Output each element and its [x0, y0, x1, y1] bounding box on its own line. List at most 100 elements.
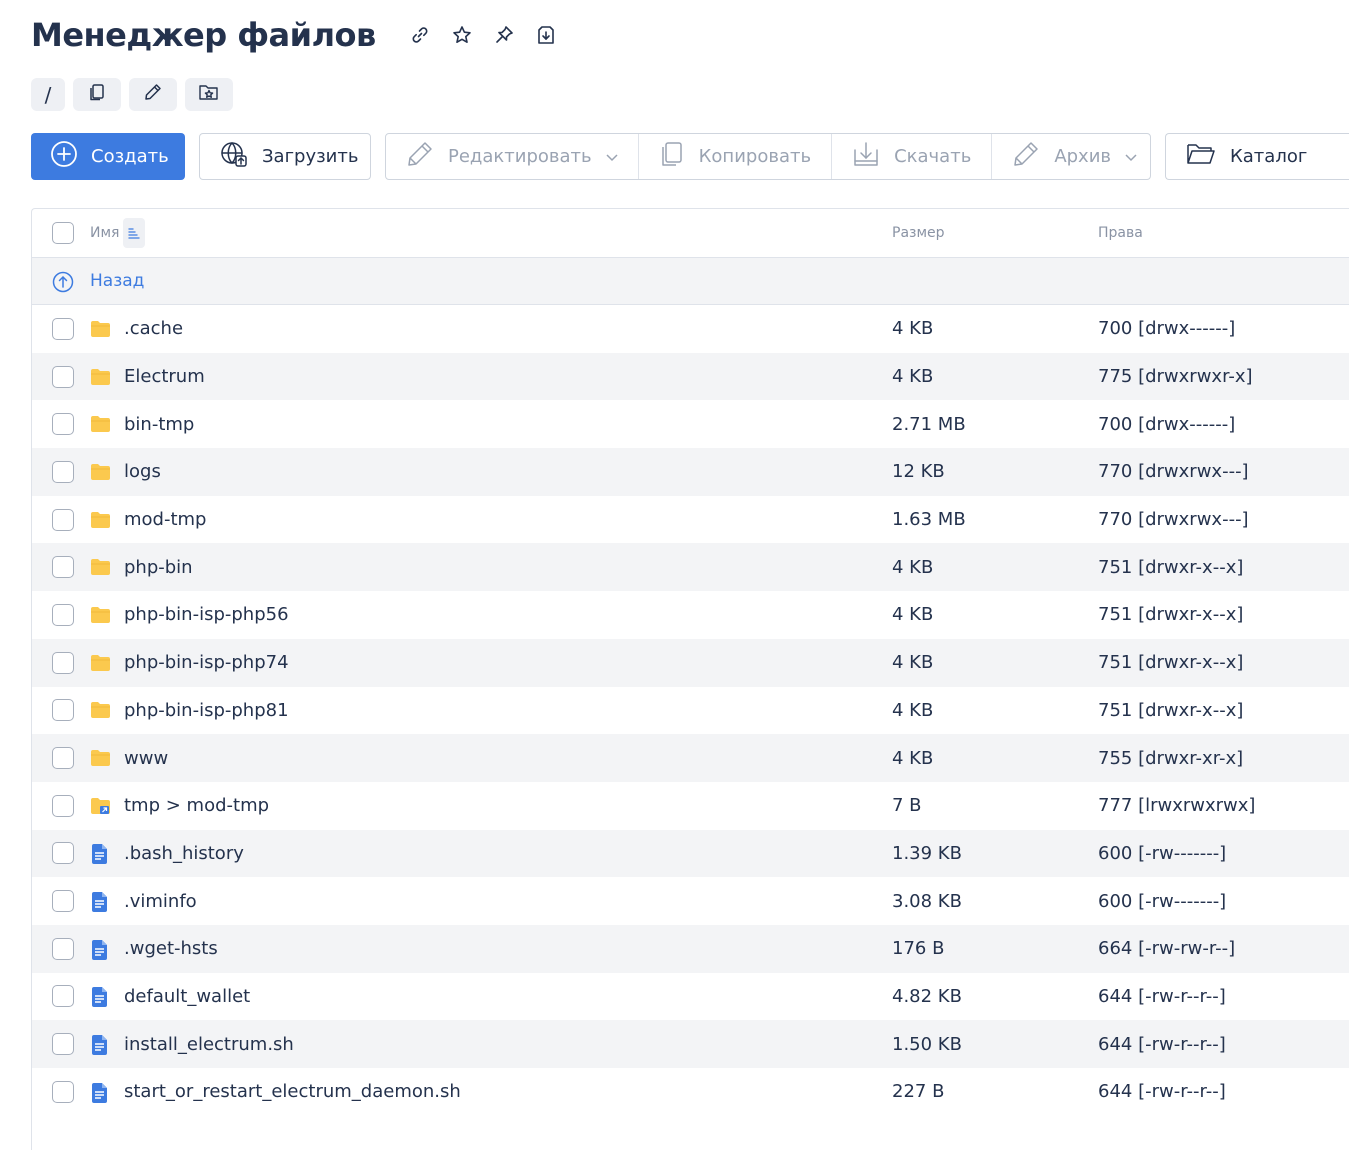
- file-icon: [90, 844, 110, 865]
- file-icon: [90, 987, 110, 1008]
- edit-path-button[interactable]: [129, 78, 177, 111]
- catalog-button[interactable]: Каталог: [1165, 133, 1349, 180]
- row-checkbox[interactable]: [52, 794, 74, 817]
- row-checkbox-wrap: [52, 1080, 74, 1103]
- table-row[interactable]: default_wallet 4.82 KB 644 [-rw-r--r--]: [32, 973, 1349, 1021]
- table-row[interactable]: php-bin-isp-php81 4 KB 751 [drwxr-x--x]: [32, 687, 1349, 735]
- file-perms[interactable]: 770 [drwxrwx---]: [1098, 461, 1249, 482]
- file-size: 4 KB: [892, 366, 934, 388]
- copy-path-button[interactable]: [73, 78, 121, 111]
- file-name[interactable]: logs: [124, 461, 161, 482]
- file-name[interactable]: php-bin: [124, 557, 193, 578]
- back-label: Назад: [90, 271, 145, 291]
- upload-button[interactable]: Загрузить: [199, 133, 371, 180]
- table-row[interactable]: start_or_restart_electrum_daemon.sh 227 B…: [32, 1068, 1349, 1116]
- row-checkbox[interactable]: [52, 1033, 74, 1056]
- table-row[interactable]: www 4 KB 755 [drwxr-xr-x]: [32, 734, 1349, 782]
- file-perms[interactable]: 700 [drwx------]: [1098, 318, 1235, 339]
- breadcrumb-root[interactable]: /: [31, 78, 65, 111]
- copy-button[interactable]: Копировать: [639, 134, 833, 179]
- file-name[interactable]: .bash_history: [124, 843, 244, 864]
- table-row[interactable]: php-bin-isp-php74 4 KB 751 [drwxr-x--x]: [32, 638, 1349, 687]
- table-row[interactable]: .viminfo 3.08 KB 600 [-rw-------]: [32, 877, 1349, 925]
- table-row[interactable]: php-bin-isp-php56 4 KB 751 [drwxr-x--x]: [32, 591, 1349, 639]
- file-name[interactable]: php-bin-isp-php81: [124, 700, 289, 721]
- row-checkbox[interactable]: [52, 842, 74, 865]
- download-file-icon[interactable]: [536, 25, 556, 45]
- row-checkbox[interactable]: [52, 603, 74, 626]
- header-size[interactable]: Размер: [892, 225, 945, 241]
- file-perms[interactable]: 777 [lrwxrwxrwx]: [1098, 795, 1255, 816]
- row-checkbox[interactable]: [52, 556, 74, 579]
- pin-icon[interactable]: [494, 25, 514, 45]
- row-checkbox[interactable]: [52, 937, 74, 960]
- table-row[interactable]: tmp > mod-tmp 7 B 777 [lrwxrwxrwx]: [32, 782, 1349, 830]
- file-perms[interactable]: 664 [-rw-rw-r--]: [1098, 938, 1235, 959]
- download-button[interactable]: Скачать: [832, 134, 993, 179]
- header-name[interactable]: Имя: [90, 218, 146, 248]
- archive-button[interactable]: Архив: [992, 134, 1157, 179]
- link-icon[interactable]: [410, 25, 430, 45]
- edit-button[interactable]: Редактировать: [386, 134, 639, 179]
- table-row[interactable]: Electrum 4 KB 775 [drwxrwxr-x]: [32, 352, 1349, 401]
- file-perms[interactable]: 600 [-rw-------]: [1098, 843, 1226, 864]
- row-checkbox-wrap: [52, 365, 74, 388]
- row-checkbox[interactable]: [52, 985, 74, 1008]
- file-perms[interactable]: 751 [drwxr-x--x]: [1098, 700, 1243, 721]
- file-name[interactable]: start_or_restart_electrum_daemon.sh: [124, 1081, 461, 1102]
- row-checkbox[interactable]: [52, 890, 74, 913]
- file-name[interactable]: www: [124, 748, 168, 769]
- row-checkbox-wrap: [52, 603, 74, 626]
- file-name[interactable]: tmp > mod-tmp: [124, 795, 269, 816]
- favorites-path-button[interactable]: [185, 78, 233, 111]
- file-name[interactable]: php-bin-isp-php74: [124, 652, 289, 673]
- header-perms[interactable]: Права: [1098, 225, 1143, 241]
- file-perms[interactable]: 751 [drwxr-x--x]: [1098, 652, 1243, 673]
- file-name[interactable]: mod-tmp: [124, 509, 207, 530]
- file-perms[interactable]: 751 [drwxr-x--x]: [1098, 557, 1243, 578]
- file-name[interactable]: install_electrum.sh: [124, 1034, 294, 1055]
- row-checkbox[interactable]: [52, 1080, 74, 1103]
- file-perms[interactable]: 644 [-rw-r--r--]: [1098, 1034, 1226, 1055]
- create-button[interactable]: Создать: [31, 133, 185, 180]
- table-row[interactable]: .bash_history 1.39 KB 600 [-rw-------]: [32, 829, 1349, 878]
- table-row[interactable]: .wget-hsts 176 B 664 [-rw-rw-r--]: [32, 924, 1349, 973]
- file-name[interactable]: .viminfo: [124, 891, 197, 912]
- file-perms[interactable]: 600 [-rw-------]: [1098, 891, 1226, 912]
- file-name[interactable]: default_wallet: [124, 986, 250, 1007]
- create-button-label: Создать: [91, 146, 169, 167]
- file-table: Имя Размер Права Назад .cache 4 KB 700 [dr…: [31, 208, 1349, 1150]
- row-checkbox[interactable]: [52, 651, 74, 674]
- file-name[interactable]: bin-tmp: [124, 414, 194, 435]
- folder-icon: [90, 701, 110, 719]
- file-name[interactable]: Electrum: [124, 366, 205, 387]
- file-perms[interactable]: 770 [drwxrwx---]: [1098, 509, 1249, 530]
- file-name[interactable]: php-bin-isp-php56: [124, 604, 289, 625]
- table-row[interactable]: php-bin 4 KB 751 [drwxr-x--x]: [32, 543, 1349, 592]
- back-row[interactable]: Назад: [32, 257, 1349, 305]
- row-checkbox[interactable]: [52, 699, 74, 722]
- file-perms[interactable]: 751 [drwxr-x--x]: [1098, 604, 1243, 625]
- file-perms[interactable]: 644 [-rw-r--r--]: [1098, 1081, 1226, 1102]
- select-all-checkbox[interactable]: [52, 222, 74, 244]
- file-perms[interactable]: 700 [drwx------]: [1098, 414, 1235, 435]
- file-perms[interactable]: 644 [-rw-r--r--]: [1098, 986, 1226, 1007]
- file-perms[interactable]: 775 [drwxrwxr-x]: [1098, 366, 1253, 387]
- file-icon: [90, 1035, 110, 1056]
- table-row[interactable]: .cache 4 KB 700 [drwx------]: [32, 305, 1349, 353]
- file-name[interactable]: .wget-hsts: [124, 938, 218, 959]
- table-row[interactable]: bin-tmp 2.71 MB 700 [drwx------]: [32, 400, 1349, 448]
- row-checkbox[interactable]: [52, 747, 74, 770]
- row-checkbox[interactable]: [52, 413, 74, 436]
- file-name[interactable]: .cache: [124, 318, 183, 339]
- table-row[interactable]: mod-tmp 1.63 MB 770 [drwxrwx---]: [32, 496, 1349, 544]
- table-row[interactable]: install_electrum.sh 1.50 KB 644 [-rw-r--r-…: [32, 1020, 1349, 1068]
- row-checkbox[interactable]: [52, 317, 74, 340]
- table-row[interactable]: logs 12 KB 770 [drwxrwx---]: [32, 448, 1349, 496]
- sort-icon[interactable]: [123, 218, 146, 248]
- row-checkbox[interactable]: [52, 365, 74, 388]
- row-checkbox[interactable]: [52, 460, 74, 483]
- file-perms[interactable]: 755 [drwxr-xr-x]: [1098, 748, 1243, 769]
- row-checkbox[interactable]: [52, 508, 74, 531]
- star-icon[interactable]: [452, 25, 472, 45]
